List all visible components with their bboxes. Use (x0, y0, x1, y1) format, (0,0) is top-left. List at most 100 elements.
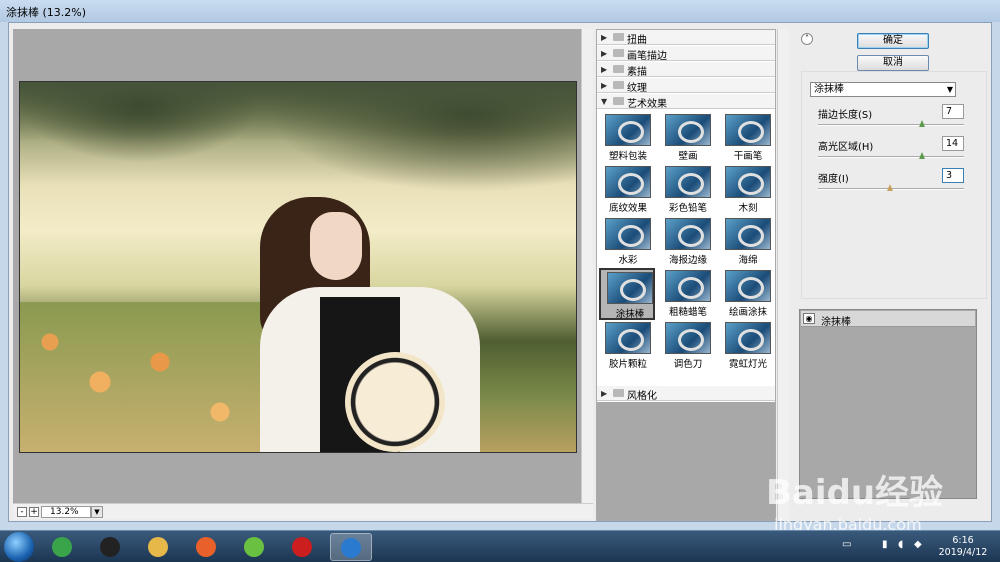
slider-handle[interactable] (887, 184, 893, 191)
taskbar-firefox[interactable] (186, 533, 228, 561)
filter-sponge[interactable]: 海绵 (719, 216, 775, 268)
filter-smudge-stick[interactable]: 涂抹棒 (599, 268, 655, 320)
category-label: 扭曲 (627, 35, 647, 46)
preview-vertical-scrollbar[interactable] (581, 29, 593, 503)
highlight-area-slider[interactable] (818, 152, 964, 159)
filter-gallery-window: 涂抹棒 (13.2%) - + 13.2% ▼ ▶ 扭曲 ▶ 画笔描边 ▶ 素描… (0, 0, 1000, 530)
expand-arrow-icon: ▶ (601, 33, 608, 42)
system-tray: ▭ ▮ ◖ ◆ (840, 537, 930, 557)
stroke-length-input[interactable]: 7 (942, 104, 964, 119)
intensity-slider[interactable] (818, 184, 964, 191)
category-stylize[interactable]: ▶ 风格化 (597, 386, 775, 402)
taskbar-screen-recorder[interactable] (282, 533, 324, 561)
filter-thumbnail (725, 218, 771, 250)
filter-list-empty-area (597, 402, 775, 520)
filter-colored-pencil[interactable]: 彩色铅笔 (659, 164, 715, 216)
ie-browser-icon (52, 537, 72, 557)
filter-fresco[interactable]: 壁画 (659, 112, 715, 164)
filter-thumbnail (607, 272, 653, 304)
highlight-area-label: 高光区域(H) (818, 142, 874, 153)
file-explorer-icon (148, 537, 168, 557)
expand-arrow-icon: ▶ (601, 389, 608, 398)
expand-arrow-icon: ▶ (601, 49, 608, 58)
category-artistic[interactable]: ▼ 艺术效果 (597, 94, 775, 110)
firefox-icon (196, 537, 216, 557)
cancel-button[interactable]: 取消 (857, 55, 929, 71)
category-label: 素描 (627, 67, 647, 78)
filter-thumbnail (665, 218, 711, 250)
filter-palette-knife[interactable]: 调色刀 (659, 320, 715, 372)
category-sketch[interactable]: ▶ 素描 (597, 62, 775, 78)
filter-film-grain[interactable]: 胶片颗粒 (599, 320, 655, 372)
preview-zoom-bar: - + 13.2% ▼ (13, 503, 593, 519)
filter-thumbnail (725, 114, 771, 146)
category-label: 艺术效果 (627, 99, 667, 110)
media-player-icon (244, 537, 264, 557)
category-brush-strokes[interactable]: ▶ 画笔描边 (597, 46, 775, 62)
slider-handle[interactable] (919, 120, 925, 127)
taskbar: ▭ ▮ ◖ ◆ 6:16 2019/4/12 (0, 530, 1000, 562)
filter-rough-pastels[interactable]: 粗糙蜡笔 (659, 268, 715, 320)
collapse-gallery-button[interactable]: ˄ (801, 33, 813, 45)
expand-arrow-icon: ▶ (601, 81, 608, 90)
category-label: 风格化 (627, 391, 657, 402)
network-icon[interactable]: ▮ (882, 539, 888, 550)
effect-layer-row[interactable]: ◉ 涂抹棒 (801, 311, 975, 328)
zoom-value[interactable]: 13.2% (41, 506, 91, 518)
volume-icon[interactable]: ◖ (898, 539, 903, 550)
taskbar-qq[interactable] (90, 533, 132, 561)
window-title: 涂抹棒 (13.2%) (6, 6, 87, 19)
language-icon[interactable]: ◆ (914, 539, 922, 550)
effect-layer-label: 涂抹棒 (821, 317, 851, 328)
keyboard-icon[interactable]: ▭ (842, 539, 851, 550)
preview-area[interactable] (13, 29, 581, 503)
filter-paint-daubs[interactable]: 绘画涂抹 (719, 268, 775, 320)
highlight-area-input[interactable]: 14 (942, 136, 964, 151)
filter-thumbnail (605, 322, 651, 354)
filter-select[interactable]: 涂抹棒 ▼ (810, 82, 956, 97)
chevron-down-icon: ▼ (946, 85, 953, 94)
taskbar-feather-app[interactable] (330, 533, 372, 561)
folder-icon (613, 49, 624, 57)
category-distort[interactable]: ▶ 扭曲 (597, 30, 775, 46)
folder-open-icon (613, 97, 624, 105)
eye-icon[interactable]: ◉ (803, 313, 815, 324)
filter-underpainting[interactable]: 底纹效果 (599, 164, 655, 216)
intensity-input[interactable]: 3 (942, 168, 964, 183)
zoom-dropdown-arrow[interactable]: ▼ (91, 506, 103, 518)
stroke-length-label: 描边长度(S) (818, 110, 873, 121)
slider-handle[interactable] (919, 152, 925, 159)
filter-thumbnail (725, 166, 771, 198)
stroke-length-slider[interactable] (818, 120, 964, 127)
taskbar-file-explorer[interactable] (138, 533, 180, 561)
preview-image (19, 81, 577, 453)
clock[interactable]: 6:16 2019/4/12 (930, 535, 996, 559)
collapse-arrow-icon: ▼ (601, 97, 608, 106)
filter-thumbnail (665, 166, 711, 198)
filter-poster-edges[interactable]: 海报边缘 (659, 216, 715, 268)
feather-app-icon (341, 538, 361, 558)
filter-dry-brush[interactable]: 干画笔 (719, 112, 775, 164)
category-texture[interactable]: ▶ 纹理 (597, 78, 775, 94)
filter-thumbnail (605, 166, 651, 198)
intensity-label: 强度(I) (818, 174, 849, 185)
filter-neon-glow[interactable]: 霓虹灯光 (719, 320, 775, 372)
folder-icon (613, 389, 624, 397)
filter-thumbnail (725, 322, 771, 354)
start-button[interactable] (4, 532, 34, 562)
qq-icon (100, 537, 120, 557)
filter-thumbnail (725, 270, 771, 302)
filter-select-value: 涂抹棒 (814, 84, 844, 95)
filter-plastic-wrap[interactable]: 塑料包装 (599, 112, 655, 164)
ok-button[interactable]: 确定 (857, 33, 929, 49)
category-label: 纹理 (627, 83, 647, 94)
filter-watercolor[interactable]: 水彩 (599, 216, 655, 268)
zoom-out-button[interactable]: - (17, 507, 27, 517)
watermark-brand: Baidu经验 (766, 473, 944, 513)
taskbar-ie-browser[interactable] (42, 533, 84, 561)
taskbar-media-player[interactable] (234, 533, 276, 561)
zoom-in-button[interactable]: + (29, 507, 39, 517)
filter-list-scrollbar[interactable] (777, 29, 789, 521)
filter-cutout[interactable]: 木刻 (719, 164, 775, 216)
expand-arrow-icon: ▶ (601, 65, 608, 74)
